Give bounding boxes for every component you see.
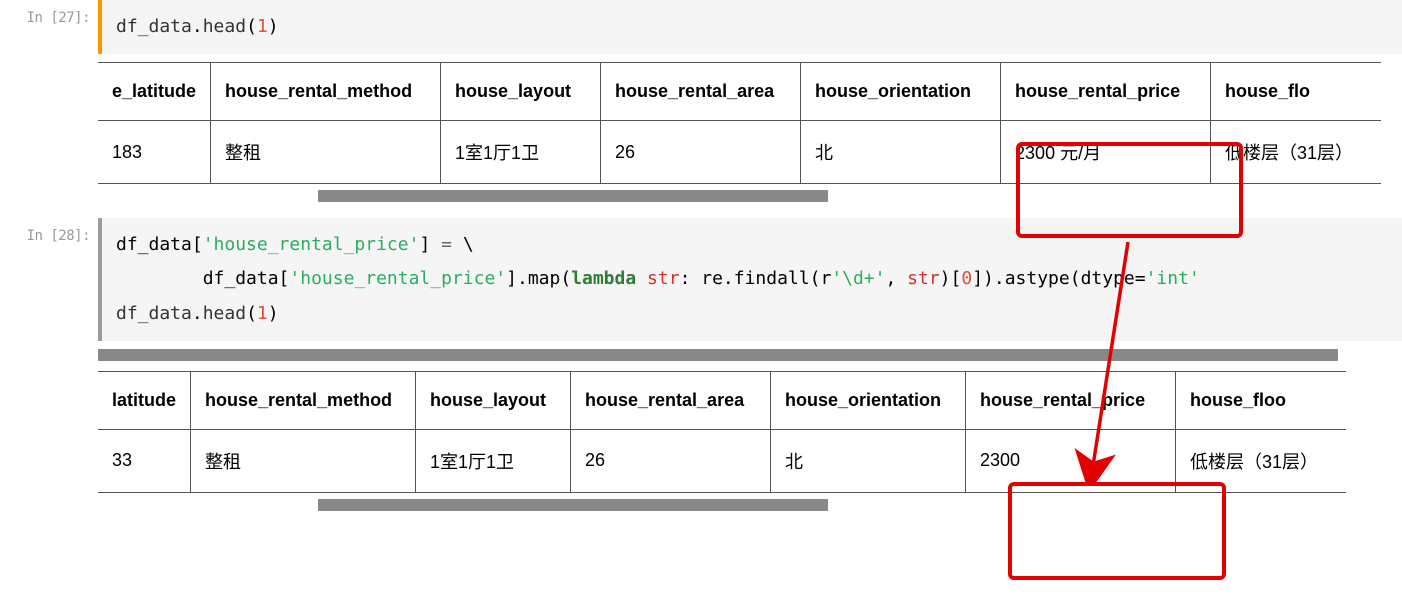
code-token: df_data — [116, 303, 192, 324]
cell-method: 整租 — [191, 429, 416, 492]
code-token: ] — [419, 234, 441, 255]
table-header-row: latitude house_rental_method house_layou… — [98, 371, 1346, 429]
code-token: '\d+' — [831, 268, 885, 289]
col-orientation: house_orientation — [771, 371, 966, 429]
table-header-row: e_latitude house_rental_method house_lay… — [98, 63, 1381, 121]
code-token: : re.findall(r — [680, 268, 832, 289]
col-price: house_rental_price — [966, 371, 1176, 429]
scrollbar-thumb[interactable] — [98, 349, 1338, 361]
code-token: 'int' — [1146, 268, 1200, 289]
col-floor: house_flo — [1211, 63, 1381, 121]
scrollbar-28-code[interactable] — [98, 349, 1402, 361]
col-price: house_rental_price — [1001, 63, 1211, 121]
dataframe-27: e_latitude house_rental_method house_lay… — [98, 62, 1381, 184]
col-method: house_rental_method — [191, 371, 416, 429]
output-28: latitude house_rental_method house_layou… — [98, 371, 1402, 493]
code-token: ( — [246, 303, 257, 324]
code-token: . — [192, 303, 203, 324]
scrollbar-thumb[interactable] — [318, 499, 828, 511]
code-token: )[ — [940, 268, 962, 289]
col-layout: house_layout — [416, 371, 571, 429]
cell-latitude: 33 — [98, 429, 191, 492]
code-token: , — [885, 268, 907, 289]
cell-floor: 低楼层（31层） — [1176, 429, 1346, 492]
code-token: df_data[ — [116, 234, 203, 255]
output-27: e_latitude house_rental_method house_lay… — [98, 62, 1402, 184]
scrollbar-27[interactable] — [98, 190, 1402, 202]
scrollbar-28-output[interactable] — [98, 499, 1402, 511]
code-input-27[interactable]: df_data.head(1) — [98, 0, 1402, 54]
cell-area: 26 — [571, 429, 771, 492]
cell-method: 整租 — [211, 121, 441, 184]
code-token: head — [203, 16, 246, 37]
table-row: 33 整租 1室1厅1卫 26 北 2300 低楼层（31层） — [98, 429, 1346, 492]
col-latitude: latitude — [98, 371, 191, 429]
code-token: ) — [268, 303, 279, 324]
code-token: str — [647, 268, 680, 289]
cell-area: 26 — [601, 121, 801, 184]
code-token: head — [203, 303, 246, 324]
cell-layout: 1室1厅1卫 — [416, 429, 571, 492]
cell-orientation: 北 — [801, 121, 1001, 184]
code-token: \ — [452, 234, 474, 255]
col-method: house_rental_method — [211, 63, 441, 121]
code-token — [636, 268, 647, 289]
scrollbar-thumb[interactable] — [318, 190, 828, 202]
code-token: 1 — [257, 16, 268, 37]
code-token: 'house_rental_price' — [289, 268, 506, 289]
cell-latitude: 183 — [98, 121, 211, 184]
col-layout: house_layout — [441, 63, 601, 121]
prompt-27: In [27]: — [0, 0, 98, 54]
cell-27: In [27]: df_data.head(1) — [0, 0, 1402, 54]
code-token: = — [441, 234, 452, 255]
code-input-28[interactable]: df_data['house_rental_price'] = \ df_dat… — [98, 218, 1402, 341]
cell-price-27: 2300 元/月 — [1001, 121, 1211, 184]
cell-price-28: 2300 — [966, 429, 1176, 492]
code-token: ( — [246, 16, 257, 37]
col-area: house_rental_area — [601, 63, 801, 121]
cell-orientation: 北 — [771, 429, 966, 492]
code-token: lambda — [571, 268, 636, 289]
code-token: 0 — [961, 268, 972, 289]
code-token: df_data[ — [116, 268, 289, 289]
code-token: ) — [268, 16, 279, 37]
table-row: 183 整租 1室1厅1卫 26 北 2300 元/月 低楼层（31层） — [98, 121, 1381, 184]
code-token: . — [192, 16, 203, 37]
prompt-28: In [28]: — [0, 218, 98, 341]
col-latitude: e_latitude — [98, 63, 211, 121]
code-token: 1 — [257, 303, 268, 324]
dataframe-28: latitude house_rental_method house_layou… — [98, 371, 1346, 493]
highlight-box-after — [1008, 482, 1226, 580]
code-token: df_data — [116, 16, 192, 37]
code-token: ]).astype(dtype= — [972, 268, 1145, 289]
code-token: 'house_rental_price' — [203, 234, 420, 255]
cell-floor: 低楼层（31层） — [1211, 121, 1381, 184]
code-token: ].map( — [506, 268, 571, 289]
col-orientation: house_orientation — [801, 63, 1001, 121]
col-floor: house_floo — [1176, 371, 1346, 429]
cell-layout: 1室1厅1卫 — [441, 121, 601, 184]
cell-28: In [28]: df_data['house_rental_price'] =… — [0, 218, 1402, 341]
code-token: str — [907, 268, 940, 289]
col-area: house_rental_area — [571, 371, 771, 429]
